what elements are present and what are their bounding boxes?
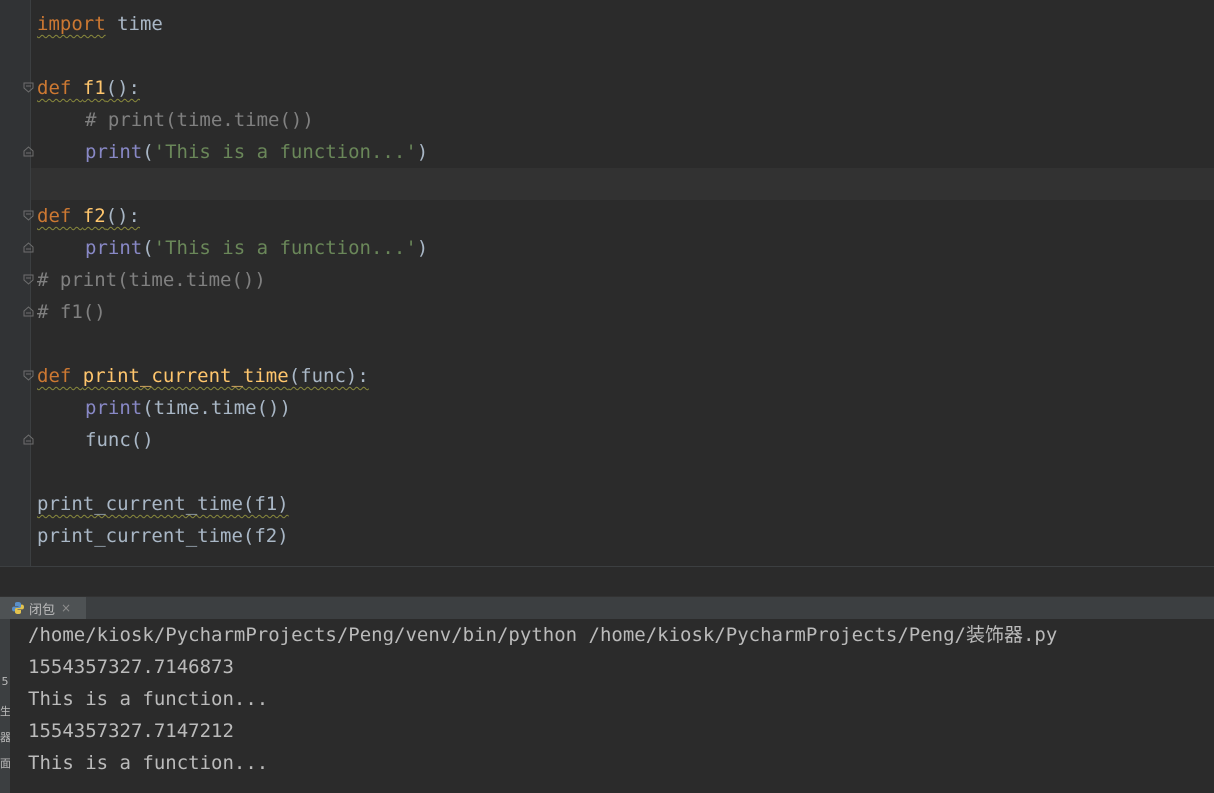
fold-end-icon[interactable] [23,146,34,157]
fold-open-icon[interactable] [23,370,34,381]
run-toolbar: 5 生 器 面 [0,619,10,793]
import-keyword: import [37,13,106,35]
run-tab-label: 闭包 [29,602,56,618]
code-line-10[interactable]: # f1() [37,296,106,328]
module-name: time [117,13,163,35]
run-tab[interactable]: 闭包 × [0,597,86,619]
paren: ) [416,141,429,163]
console-line: /home/kiosk/PycharmProjects/Peng/venv/bi… [28,624,1058,646]
console-line: This is a function... [28,688,269,710]
def-keyword: def [37,77,72,99]
call-statement: print_current_time(f1) [37,493,289,515]
code-line-17[interactable]: print_current_time(f2) [37,520,289,552]
code-line-14[interactable]: func() [85,424,154,456]
function-name: f2 [82,205,106,227]
code-line-9[interactable]: # print(time.time()) [37,264,266,296]
punctuation: (): [105,77,140,99]
code-line-5[interactable]: print('This is a function...') [85,136,428,168]
call-statement: print_current_time(f2) [37,525,289,547]
code-line-4[interactable]: # print(time.time()) [85,104,314,136]
run-console[interactable]: /home/kiosk/PycharmProjects/Peng/venv/bi… [0,619,1214,793]
string-literal: 'This is a function...' [153,237,417,259]
code-line-3[interactable]: def f1(): [37,72,140,104]
builtin-print: print [85,397,143,419]
def-keyword: def [37,205,72,227]
fold-open-icon[interactable] [23,274,34,285]
fold-end-icon[interactable] [23,306,34,317]
code-line-8[interactable]: print('This is a function...') [85,232,428,264]
comment: # print(time.time()) [85,109,314,131]
toolbar-glyph[interactable]: 面 [0,755,10,771]
code-line-13[interactable]: print(time.time()) [85,392,291,424]
console-line: This is a function... [28,752,269,774]
params: (func): [288,365,369,387]
close-icon[interactable]: × [61,601,71,615]
code-line-16[interactable]: print_current_time(f1) [37,488,289,520]
def-keyword: def [37,365,72,387]
toolbar-glyph[interactable]: 器 [0,729,10,745]
code-line-7[interactable]: def f2(): [37,200,140,232]
paren: ( [142,237,154,259]
fold-end-icon[interactable] [23,242,34,253]
console-line: 1554357327.7147212 [28,720,234,742]
panel-splitter[interactable] [0,566,1214,597]
toolbar-glyph[interactable]: 5 [0,675,10,688]
builtin-print: print [85,237,143,259]
comment: # print(time.time()) [37,269,266,291]
func-call: func() [85,429,154,451]
builtin-print: print [85,141,143,163]
paren: ) [416,237,429,259]
toolbar-glyph[interactable]: 生 [0,703,10,719]
call-args: (time.time()) [142,397,291,419]
fold-end-icon[interactable] [23,434,34,445]
punctuation: (): [105,205,140,227]
code-editor[interactable]: import time def f1(): # print(time.time(… [0,0,1214,566]
run-tool-window-tabs: 闭包 × [0,596,1214,619]
python-icon [11,601,25,615]
code-line-1[interactable]: import time [37,8,163,40]
fold-open-icon[interactable] [23,82,34,93]
console-line: 1554357327.7146873 [28,656,234,678]
function-name: f1 [82,77,106,99]
comment: # f1() [37,301,106,323]
function-name: print_current_time [82,365,289,387]
fold-open-icon[interactable] [23,210,34,221]
paren: ( [142,141,154,163]
string-literal: 'This is a function...' [153,141,417,163]
current-line-highlight [31,168,1214,200]
code-line-12[interactable]: def print_current_time(func): [37,360,369,392]
